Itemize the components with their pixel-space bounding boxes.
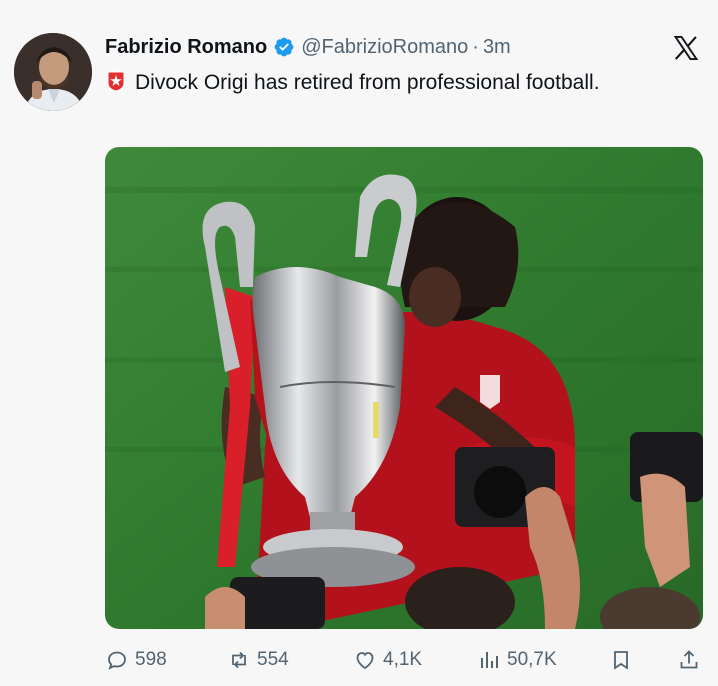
tweet-header: Fabrizio Romano @FabrizioRomano · 3m [105,34,511,60]
bookmark-icon [614,651,628,670]
avatar[interactable] [14,33,92,111]
tweet-text: Divock Origi has retired from profession… [105,68,705,98]
repost-icon [232,651,246,669]
tweet-photo[interactable] [105,147,703,629]
like-count: 4,1K [383,649,423,670]
share-button[interactable] [677,645,707,675]
views-icon [481,652,498,668]
reply-icon [108,651,126,670]
timestamp[interactable]: 3m [483,36,511,59]
bookmark-button[interactable] [609,645,639,675]
author-name[interactable]: Fabrizio Romano [105,36,267,59]
club-crest-icon [105,70,127,92]
tweet-body: Divock Origi has retired from profession… [135,71,600,94]
author-handle[interactable]: @FabrizioRomano [301,36,468,59]
tweet-actions: 598 554 4,1K 50,7K [105,645,703,675]
repost-count: 554 [257,649,289,670]
avatar-photo [14,33,92,111]
repost-button[interactable]: 554 [227,645,289,675]
separator-dot: · [472,35,479,58]
reply-count: 598 [135,649,167,670]
views-count: 50,7K [507,649,557,670]
share-icon [680,650,698,669]
heart-icon [356,652,374,670]
x-logo-icon[interactable] [672,34,700,62]
trophy-celebration-photo [105,147,703,629]
like-button[interactable]: 4,1K [353,645,422,675]
views-button[interactable]: 50,7K [477,645,557,675]
verified-badge-icon [273,36,295,58]
reply-button[interactable]: 598 [105,645,167,675]
